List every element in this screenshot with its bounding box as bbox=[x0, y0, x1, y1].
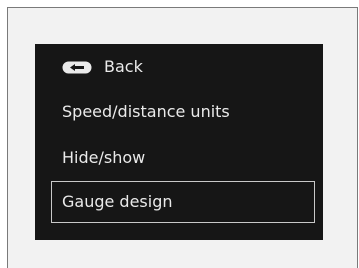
display-screen: Back Speed/distance units Hide/show Gaug… bbox=[35, 44, 323, 240]
back-arrow-icon bbox=[62, 61, 92, 74]
menu-item-label: Hide/show bbox=[62, 148, 146, 167]
menu-item-label: Gauge design bbox=[62, 192, 173, 211]
back-label: Back bbox=[104, 57, 143, 76]
menu-item-hide-show[interactable]: Hide/show bbox=[62, 148, 145, 168]
menu-item-gauge-design[interactable]: Gauge design bbox=[51, 181, 315, 223]
back-button[interactable]: Back bbox=[62, 57, 143, 77]
menu-item-speed-distance-units[interactable]: Speed/distance units bbox=[62, 102, 230, 122]
menu-item-label: Speed/distance units bbox=[62, 102, 230, 121]
